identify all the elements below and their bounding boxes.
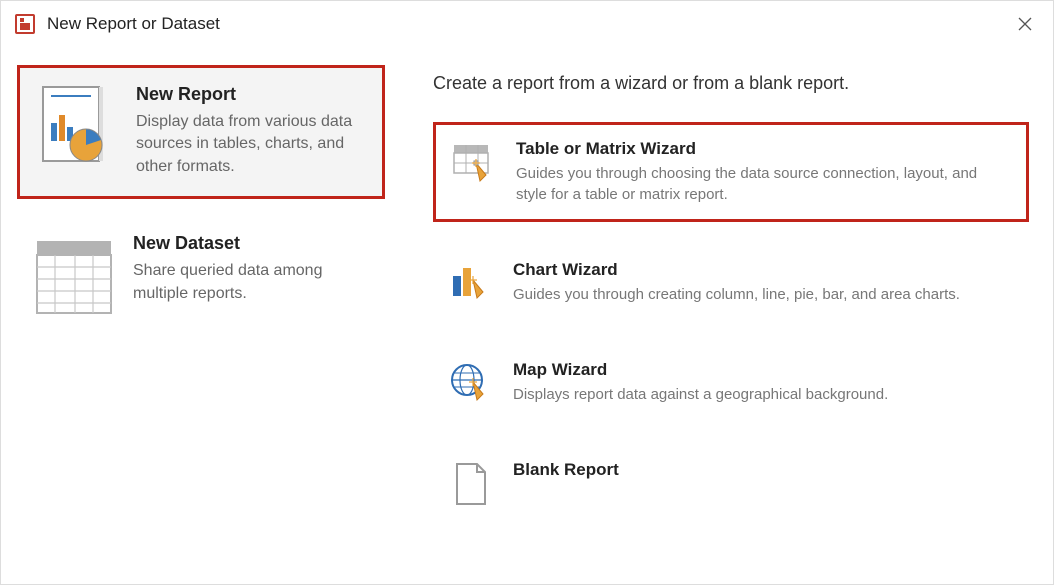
sidebar-item-new-dataset[interactable]: New Dataset Share queried data among mul… [17,217,385,341]
option-title: Table or Matrix Wizard [516,139,1010,159]
main-heading: Create a report from a wizard or from a … [433,73,1029,94]
sidebar-item-title: New Dataset [133,233,367,254]
option-blank-report[interactable]: Blank Report [433,446,1029,522]
sidebar: New Report Display data from various dat… [1,47,401,584]
new-dataset-icon [35,233,113,323]
app-icon [15,14,35,34]
option-title: Map Wizard [513,360,888,380]
option-description: Guides you through choosing the data sou… [516,163,1010,205]
chart-wizard-icon [449,260,493,308]
table-matrix-icon [452,139,496,187]
blank-report-icon [449,460,493,508]
dialog-body: New Report Display data from various dat… [1,47,1053,584]
option-title: Blank Report [513,460,619,480]
option-table-matrix-wizard[interactable]: Table or Matrix Wizard Guides you throug… [433,122,1029,222]
main-panel: Create a report from a wizard or from a … [401,47,1053,584]
new-report-icon [38,84,116,174]
sidebar-item-description: Share queried data among multiple report… [133,260,367,305]
wizard-option-list: Table or Matrix Wizard Guides you throug… [433,122,1029,522]
dialog-title: New Report or Dataset [47,14,1009,34]
sidebar-item-new-report[interactable]: New Report Display data from various dat… [17,65,385,199]
option-chart-wizard[interactable]: Chart Wizard Guides you through creating… [433,246,1029,322]
close-button[interactable] [1009,8,1041,40]
dialog-window: New Report or Dataset [0,0,1054,585]
titlebar: New Report or Dataset [1,1,1053,47]
sidebar-item-title: New Report [136,84,364,105]
option-description: Displays report data against a geographi… [513,384,888,405]
close-icon [1017,16,1033,32]
sidebar-item-description: Display data from various data sources i… [136,111,364,178]
map-wizard-icon [449,360,493,408]
option-description: Guides you through creating column, line… [513,284,960,305]
option-title: Chart Wizard [513,260,960,280]
option-map-wizard[interactable]: Map Wizard Displays report data against … [433,346,1029,422]
